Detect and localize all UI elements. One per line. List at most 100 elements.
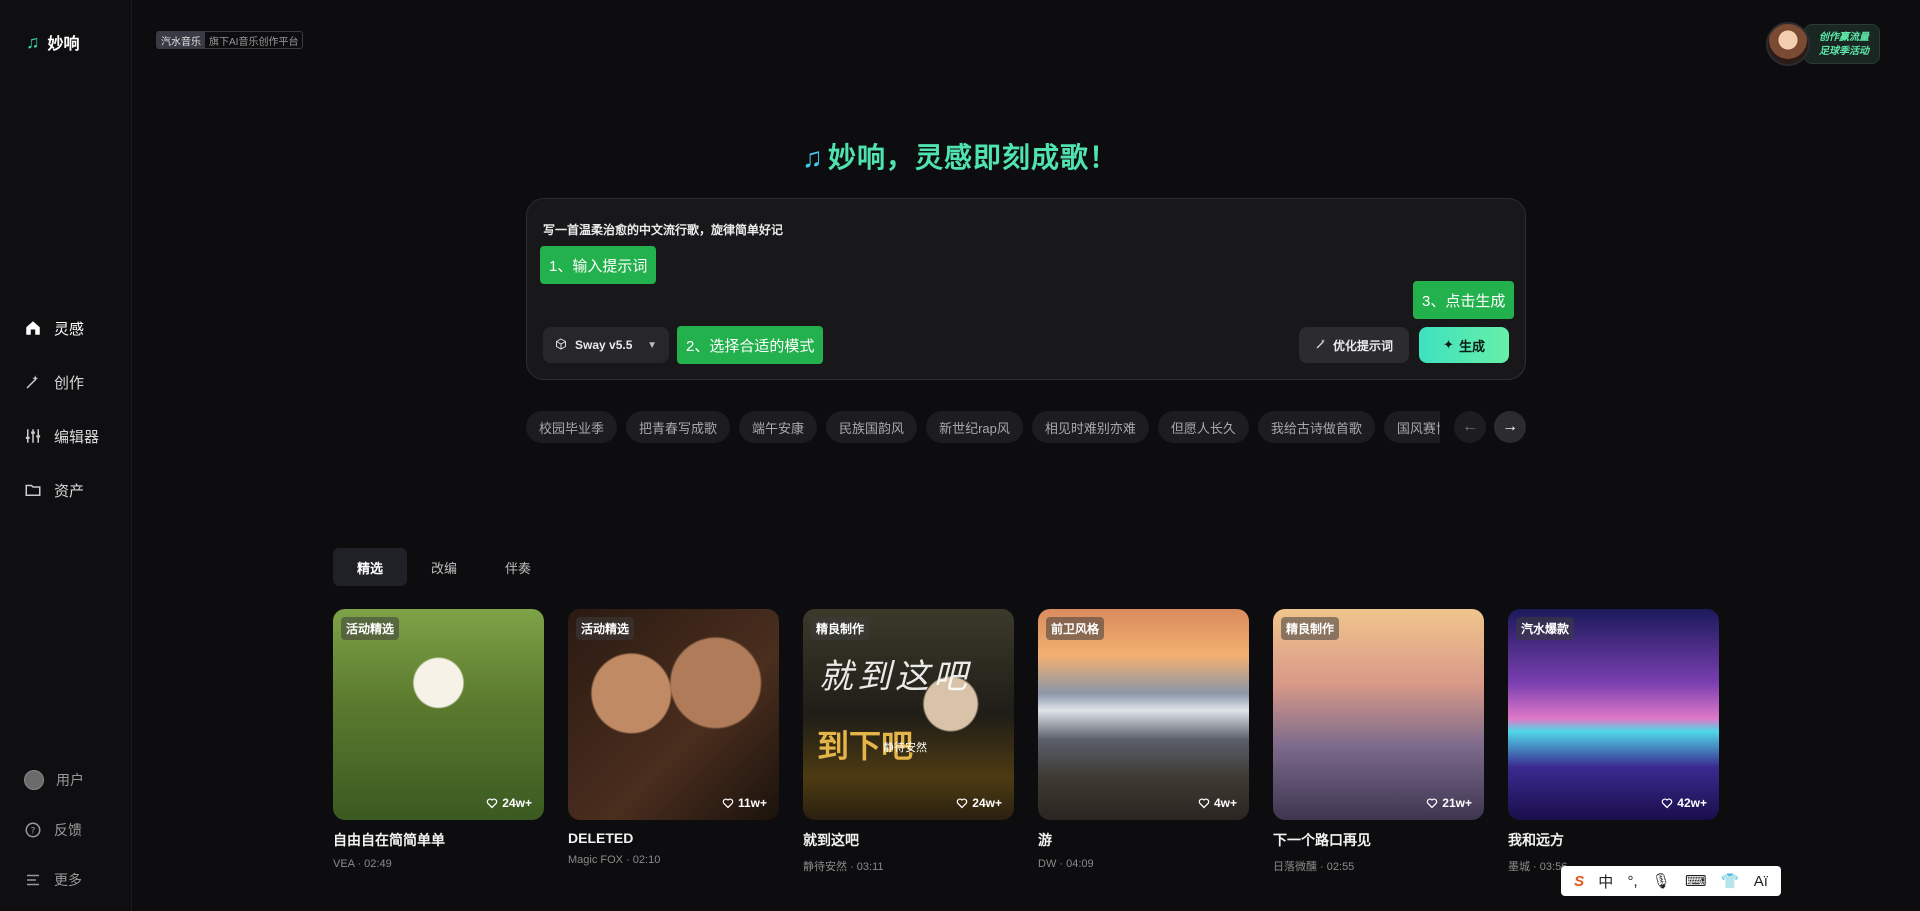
bottom-nav: 用户 ? 反馈 更多 [24,768,84,892]
optimize-prompt-button[interactable]: 优化提示词 [1299,327,1409,363]
like-count-text: 42w+ [1677,796,1707,810]
sidebar-item-label: 资产 [54,482,85,500]
tag-chip[interactable]: 但愿人长久 [1157,411,1249,443]
model-select-value: Sway v5.5 [575,338,633,352]
tag-chip[interactable]: 校园毕业季 [526,411,618,443]
generate-label: 生成 [1458,338,1485,354]
sidebar-item-label: 创作 [54,374,85,392]
generate-button[interactable]: ✦ 生成 [1419,327,1509,363]
sliders-icon [24,427,42,445]
song-title[interactable]: DELETED [568,830,779,846]
song-title[interactable]: 自由自在简简单单 [333,830,544,850]
ime-toolbar[interactable]: S 中 °, 🎙 ⌨ 👕 Aï [1561,866,1781,896]
promo-line2: 足球季活动 [1819,46,1869,57]
sidebar-item-inspiration[interactable]: 灵感 [24,316,99,340]
brand-tag: 汽水音乐 旗下AI音乐创作平台 [156,31,304,49]
tag-chip[interactable]: 新世纪rap风 [926,411,1023,443]
keyboard-icon[interactable]: ⌨ [1685,872,1707,890]
song-cover[interactable]: 活动精选 24w+ [333,609,544,820]
cover-badge: 前卫风格 [1046,617,1105,640]
song-cover[interactable]: 活动精选 11w+ [568,609,779,820]
tab-remix[interactable]: 改编 [407,548,481,586]
sidebar-item-label: 更多 [54,872,82,888]
help-circle-icon: ? [24,821,42,839]
promo-avatar [1766,22,1810,66]
song-title[interactable]: 下一个路口再见 [1273,830,1484,850]
song-card[interactable]: 活动精选 24w+ 自由自在简简单单 VEA · 02:49 [333,609,544,874]
song-title[interactable]: 游 [1038,830,1249,850]
like-count: 11w+ [722,796,767,810]
song-cover[interactable]: 就到这吧 到下吧 静待安然 精良制作 24w+ [803,609,1014,820]
cover-badge: 精良制作 [811,617,870,640]
sidebar-item-editor[interactable]: 编辑器 [24,424,99,448]
song-card[interactable]: 活动精选 11w+ DELETED Magic FOX · 02:10 [568,609,779,874]
like-count-text: 24w+ [972,796,1002,810]
sidebar-item-assets[interactable]: 资产 [24,478,99,502]
song-title[interactable]: 我和远方 [1508,830,1719,850]
cover-badge: 汽水爆款 [1516,617,1575,640]
tab-accompaniment[interactable]: 伴奏 [481,548,555,586]
like-count-text: 4w+ [1213,796,1237,810]
tag-chip[interactable]: 我给古诗做首歌 [1257,411,1375,443]
arrow-left-icon: ← [1462,418,1478,435]
sidebar-item-feedback[interactable]: ? 反馈 [24,818,84,842]
cube-icon [555,337,567,353]
like-count-text: 24w+ [502,796,532,810]
like-count-text: 21w+ [1442,796,1472,810]
song-card[interactable]: 前卫风格 4w+ 游 DW · 04:09 [1038,609,1249,874]
ime-lang[interactable]: 中 [1598,871,1613,892]
folder-icon [24,481,42,499]
sidebar-item-user[interactable]: 用户 [24,768,84,792]
brand-tag-name: 汽水音乐 [157,32,205,48]
model-select[interactable]: Sway v5.5 ▼ [543,327,669,363]
tags-prev-button[interactable]: ← [1454,411,1486,443]
song-meta: 日落微醺 · 02:55 [1273,861,1355,873]
like-count: 4w+ [1198,796,1237,810]
tab-featured[interactable]: 精选 [333,548,408,586]
sidebar-item-create[interactable]: 创作 [24,370,99,394]
app-logo[interactable]: ♫ 妙响 [26,30,80,54]
prompt-input[interactable]: 写一首温柔治愈的中文流行歌，旋律简单好记 [543,221,783,238]
tag-chip[interactable]: 相见时难别亦难 [1031,411,1149,443]
tip-step3: 3、点击生成 [1413,281,1515,319]
music-note-icon: ♫ [801,142,824,173]
song-cards: 活动精选 24w+ 自由自在简简单单 VEA · 02:49 活动精选 11w+… [333,609,1719,874]
skin-icon[interactable]: 👕 [1721,872,1740,890]
microphone-icon[interactable]: 🎙 [1652,872,1671,890]
sidebar-item-label: 灵感 [54,320,85,338]
punctuation-icon[interactable]: °, [1627,873,1637,890]
song-card[interactable]: 精良制作 21w+ 下一个路口再见 日落微醺 · 02:55 [1273,609,1484,874]
tag-chip[interactable]: 民族国韵风 [826,411,918,443]
tag-chip[interactable]: 把青春写成歌 [626,411,731,443]
song-meta: 静待安然 · 03:11 [803,861,884,873]
song-cover[interactable]: 前卫风格 4w+ [1038,609,1249,820]
heart-icon [1427,798,1438,809]
song-title[interactable]: 就到这吧 [803,830,1014,850]
music-note-icon: ♫ [26,31,40,52]
tags-next-button[interactable]: → [1494,411,1526,443]
song-meta: Magic FOX · 02:10 [568,854,661,866]
sidebar-item-more[interactable]: 更多 [24,868,84,892]
song-card[interactable]: 就到这吧 到下吧 静待安然 精良制作 24w+ 就到这吧 静待安然 · 03:1… [803,609,1014,874]
chevron-down-icon: ▼ [647,339,657,351]
tag-chip[interactable]: 端午安康 [739,411,818,443]
optimize-prompt-label: 优化提示词 [1332,338,1393,353]
tip-step1: 1、输入提示词 [540,246,657,284]
song-cover[interactable]: 精良制作 21w+ [1273,609,1484,820]
promo-banner[interactable]: 创作赢流量 足球季活动 [1766,22,1880,66]
sogou-logo-icon[interactable]: S [1574,873,1584,890]
app-name: 妙响 [47,36,80,53]
cover-badge: 活动精选 [341,617,400,640]
tag-chip[interactable]: 国风赛博 [1383,411,1440,443]
hero-title: ♫ 妙响，灵感即刻成歌！ [0,136,1920,176]
ai-icon[interactable]: Aï [1754,873,1768,890]
promo-line1: 创作赢流量 [1819,32,1869,43]
avatar [24,770,44,790]
song-cover[interactable]: 汽水爆款 42w+ [1508,609,1719,820]
cover-badge: 精良制作 [1281,617,1340,640]
content-tabs: 精选 改编 伴奏 [333,548,555,586]
cover-badge: 活动精选 [576,617,635,640]
promo-badge: 创作赢流量 足球季活动 [1804,24,1880,64]
heart-icon [722,798,734,809]
song-card[interactable]: 汽水爆款 42w+ 我和远方 墨城 · 03:56 [1508,609,1719,874]
